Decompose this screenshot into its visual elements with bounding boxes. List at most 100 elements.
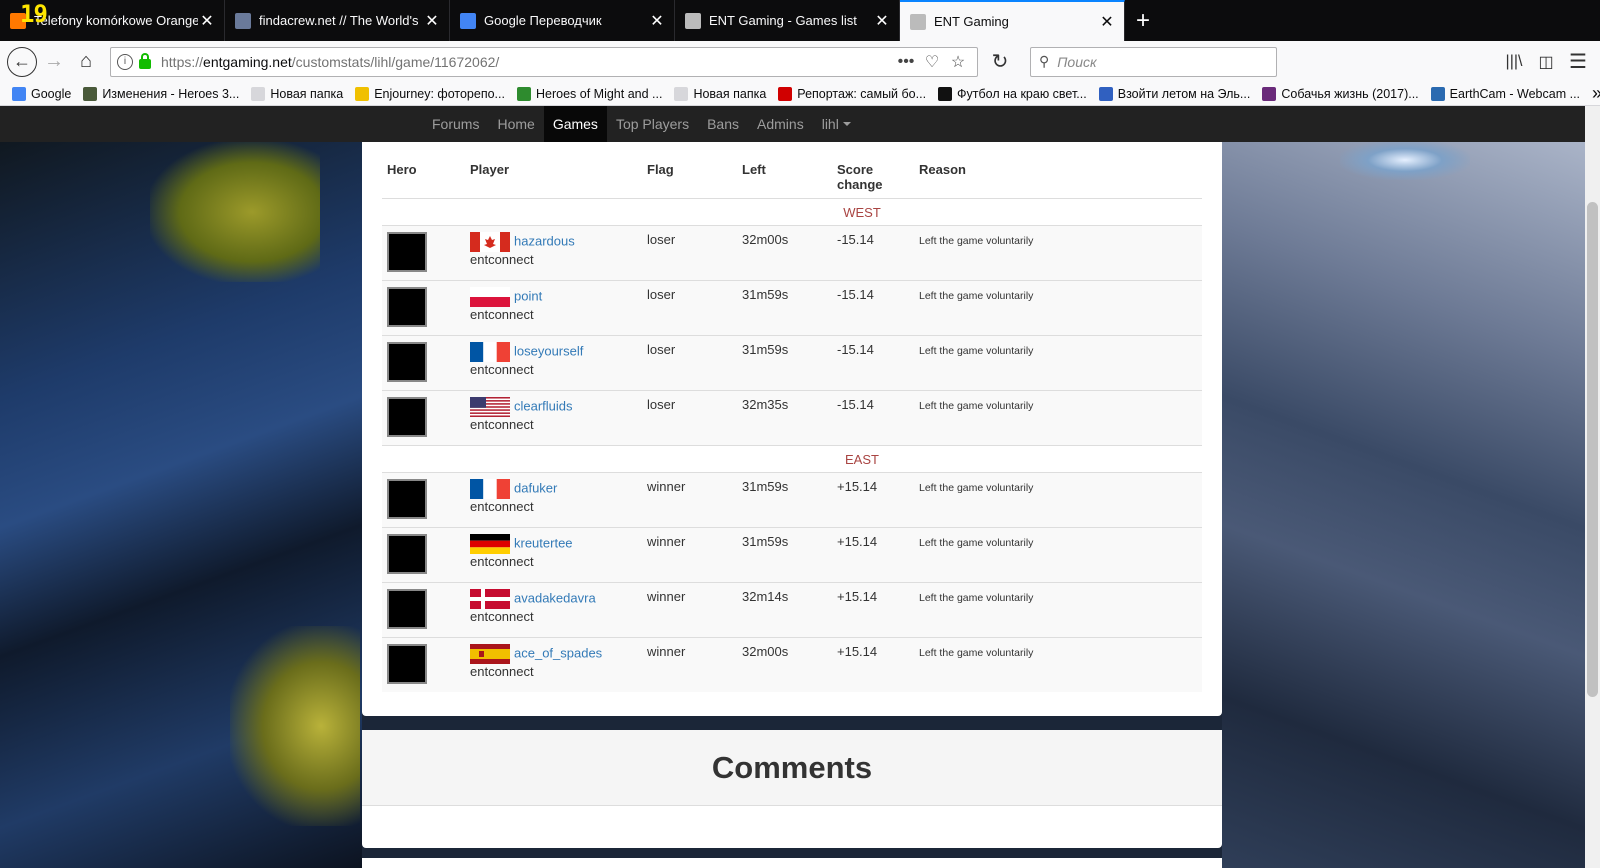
- site-nav-home[interactable]: Home: [488, 106, 543, 142]
- player-name-link[interactable]: avadakedavra: [514, 590, 596, 605]
- player-realm: entconnect: [470, 553, 534, 569]
- hamburger-menu-icon: ☰: [1569, 51, 1587, 73]
- player-name-link[interactable]: dafuker: [514, 480, 557, 495]
- hero-icon[interactable]: [387, 643, 427, 684]
- site-nav-admins[interactable]: Admins: [748, 106, 813, 142]
- bookmark-icon: [12, 86, 26, 101]
- background-art-right: [1222, 142, 1585, 868]
- page-actions-icon[interactable]: •••: [893, 53, 919, 71]
- hero-icon[interactable]: [387, 533, 427, 574]
- background-leaf: [150, 142, 320, 282]
- bookmark-item[interactable]: Изменения - Heroes 3...: [83, 86, 239, 101]
- bookmark-item[interactable]: Собачья жизнь (2017)...: [1262, 86, 1419, 101]
- country-flag-icon: [470, 396, 510, 417]
- back-button[interactable]: ←: [6, 46, 38, 78]
- address-bar[interactable]: i https://entgaming.net/customstats/lihl…: [110, 46, 978, 77]
- site-nav-label: Home: [497, 116, 535, 132]
- search-input[interactable]: ⚲ Поиск: [1030, 46, 1277, 77]
- tab-close-icon[interactable]: ✕: [873, 11, 891, 31]
- bookmark-icon: [938, 86, 953, 101]
- tab-favicon-icon: [235, 12, 251, 29]
- flag-cell: winner: [642, 526, 737, 582]
- tab-close-icon[interactable]: ✕: [423, 11, 441, 31]
- bookmark-label: Heroes of Might and ...: [535, 86, 663, 101]
- library-button[interactable]: |||\: [1498, 46, 1530, 78]
- hero-icon[interactable]: [387, 588, 427, 629]
- site-nav-forums[interactable]: Forums: [423, 106, 488, 142]
- overlay-logo: 19: [20, 0, 48, 28]
- scrollbar-thumb[interactable]: [1587, 202, 1598, 697]
- tab-close-icon[interactable]: ✕: [648, 11, 666, 31]
- player-realm: entconnect: [470, 306, 534, 322]
- browser-tab[interactable]: ENT Gaming - Games list ✕: [675, 0, 900, 41]
- home-icon: ⌂: [79, 50, 93, 72]
- tab-favicon-icon: [460, 12, 476, 29]
- bookmark-item[interactable]: Enjourney: фоторепо...: [355, 86, 505, 101]
- forward-button[interactable]: →: [38, 46, 70, 78]
- home-button[interactable]: ⌂: [70, 46, 102, 78]
- reload-button[interactable]: ↻: [984, 46, 1016, 78]
- team-row: WEST: [382, 197, 1202, 225]
- tab-close-icon[interactable]: ✕: [1098, 12, 1116, 32]
- reason-cell: Left the game voluntarily: [914, 334, 1202, 390]
- left-cell: 31m59s: [737, 526, 832, 582]
- new-tab-button[interactable]: +: [1125, 0, 1161, 41]
- hero-icon[interactable]: [387, 341, 427, 382]
- browser-tab[interactable]: findacrew.net // The World's la ✕: [225, 0, 450, 41]
- pocket-icon[interactable]: ♡: [919, 52, 945, 72]
- site-nav-label: lihl: [821, 116, 839, 132]
- hero-icon[interactable]: [387, 396, 427, 437]
- hero-cell: [382, 224, 465, 280]
- player-name-link[interactable]: clearfluids: [514, 398, 573, 413]
- menu-button[interactable]: ☰: [1562, 46, 1594, 78]
- tab-title: ENT Gaming - Games list: [709, 13, 857, 28]
- bookmark-item[interactable]: Heroes of Might and ...: [516, 86, 663, 101]
- left-cell: 32m00s: [737, 224, 832, 280]
- page-scrollbar[interactable]: [1585, 106, 1600, 868]
- hero-cell: [382, 581, 465, 637]
- table-row: avadakedavra entconnect winner 32m14s +15.14…: [382, 581, 1202, 637]
- web-page: Forums Home Games Top Players Bans Admins lihl…: [0, 106, 1585, 868]
- reason-cell: Left the game voluntarily: [914, 526, 1202, 582]
- next-panel: [362, 858, 1222, 868]
- hero-cell: [382, 471, 465, 527]
- tab-close-icon[interactable]: ✕: [198, 11, 216, 31]
- site-nav-top-players[interactable]: Top Players: [607, 106, 698, 142]
- bookmark-star-icon[interactable]: ☆: [945, 52, 971, 72]
- bookmark-item[interactable]: EarthCam - Webcam ...: [1430, 86, 1580, 101]
- site-nav-bans[interactable]: Bans: [698, 106, 748, 142]
- bookmark-item[interactable]: Новая папка: [251, 86, 343, 101]
- player-name-link[interactable]: kreutertee: [514, 535, 573, 550]
- hero-icon[interactable]: [387, 286, 427, 327]
- bookmark-item[interactable]: Взойти летом на Эль...: [1098, 86, 1250, 101]
- url-text[interactable]: https://entgaming.net/customstats/lihl/g…: [161, 54, 893, 70]
- info-icon[interactable]: i: [117, 53, 133, 70]
- player-name-link[interactable]: point: [514, 288, 542, 303]
- player-name-link[interactable]: loseyourself: [514, 343, 583, 358]
- player-cell: avadakedavra entconnect: [465, 581, 642, 637]
- hero-icon[interactable]: [387, 231, 427, 272]
- site-navbar: Forums Home Games Top Players Bans Admins lihl: [0, 106, 1585, 142]
- site-nav-label: Forums: [432, 116, 480, 132]
- lock-icon[interactable]: [139, 52, 151, 69]
- player-cell: loseyourself entconnect: [465, 334, 642, 390]
- sidebar-button[interactable]: ◫: [1530, 46, 1562, 78]
- player-name-link[interactable]: ace_of_spades: [514, 645, 602, 660]
- bookmark-item[interactable]: Репортаж: самый бо...: [778, 86, 926, 101]
- bookmark-item[interactable]: Футбол на краю свет...: [938, 86, 1087, 101]
- dropdown-caret-icon: [842, 122, 851, 126]
- hero-icon[interactable]: [387, 478, 427, 519]
- site-nav-games[interactable]: Games: [543, 106, 607, 142]
- comments-body: [362, 806, 1222, 848]
- bookmarks-overflow-icon[interactable]: »: [1592, 83, 1600, 104]
- browser-tab[interactable]: Google Переводчик ✕: [450, 0, 675, 41]
- bookmark-item[interactable]: Google: [12, 86, 71, 101]
- browser-tab[interactable]: ENT Gaming ✕: [900, 0, 1125, 41]
- bookmark-label: Футбол на краю свет...: [957, 86, 1087, 101]
- player-name-link[interactable]: hazardous: [514, 233, 575, 248]
- site-nav-lihl[interactable]: lihl: [813, 106, 860, 142]
- bookmark-icon: [355, 86, 370, 101]
- bookmark-item[interactable]: Новая папка: [674, 86, 766, 101]
- header-player: Player: [465, 142, 642, 199]
- bookmark-icon: [251, 86, 266, 101]
